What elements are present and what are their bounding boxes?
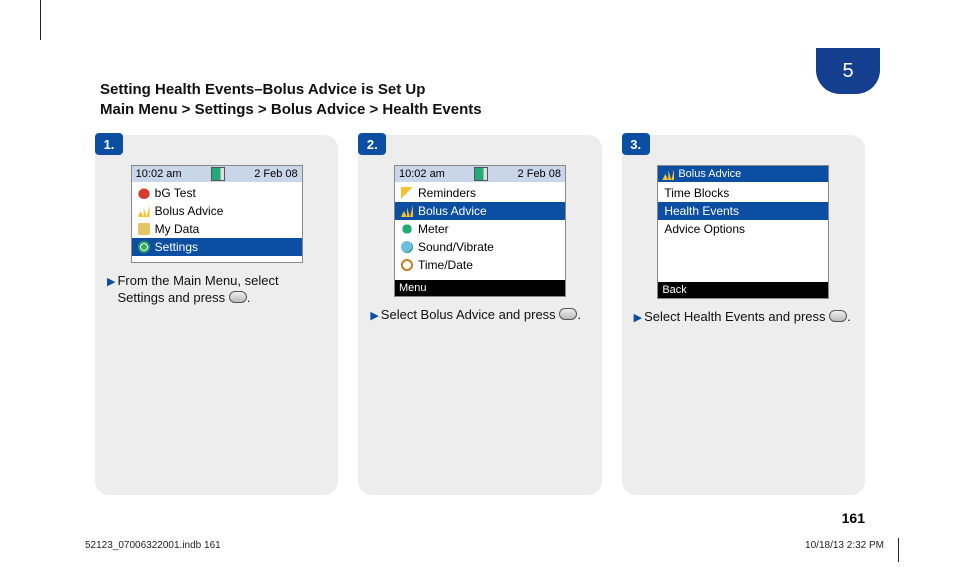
menu-item-bg-test[interactable]: bG Test <box>132 184 302 202</box>
flag-icon <box>401 187 413 199</box>
status-date: 2 Feb 08 <box>518 168 561 180</box>
menu-list: Time Blocks Health Events Advice Options <box>658 182 828 244</box>
page-title: Setting Health Events–Bolus Advice is Se… <box>100 80 785 121</box>
softkey-bar[interactable]: Back <box>658 282 828 298</box>
status-bar: 10:02 am 2 Feb 08 <box>395 166 565 182</box>
menu-item-label: Advice Options <box>664 222 745 236</box>
crop-mark <box>40 0 41 40</box>
manual-page: 5 Setting Health Events–Bolus Advice is … <box>85 0 885 540</box>
footer-file: 52123_07006322001.indb 161 <box>85 540 221 551</box>
menu-item-label: Reminders <box>418 186 476 200</box>
menu-item-label: Sound/Vibrate <box>418 240 494 254</box>
battery-icon <box>474 167 488 181</box>
chart-icon <box>662 168 674 180</box>
menu-item-label: Meter <box>418 222 449 236</box>
step-2: 2. 10:02 am 2 Feb 08 Reminders Bolus Adv… <box>358 135 601 495</box>
caption-core: Select Bolus Advice and press <box>381 307 556 322</box>
menu-item-my-data[interactable]: My Data <box>132 220 302 238</box>
step-caption: ▶ From the Main Menu, select Settings an… <box>107 273 326 307</box>
select-button-icon <box>229 291 247 303</box>
menu-item-bolus-advice[interactable]: Bolus Advice <box>132 202 302 220</box>
menu-item-time-date[interactable]: Time/Date <box>395 256 565 274</box>
menu-item-advice-options[interactable]: Advice Options <box>658 220 828 238</box>
step-caption: ▶ Select Health Events and press . <box>634 309 853 326</box>
title-breadcrumb: Main Menu > Settings > Bolus Advice > He… <box>100 100 785 120</box>
softkey-bar[interactable]: Menu <box>395 280 565 296</box>
screen-title: Bolus Advice <box>678 168 741 180</box>
menu-item-label: Settings <box>155 240 198 254</box>
select-button-icon <box>829 310 847 322</box>
menu-item-label: bG Test <box>155 186 196 200</box>
chapter-number: 5 <box>842 60 853 83</box>
chart-icon <box>401 205 413 217</box>
step-1: 1. 10:02 am 2 Feb 08 bG Test Bolus Advic… <box>95 135 338 495</box>
title-line-1: Setting Health Events–Bolus Advice is Se… <box>100 80 785 100</box>
menu-item-label: Time Blocks <box>664 186 729 200</box>
menu-item-label: Bolus Advice <box>155 204 224 218</box>
gear-icon <box>138 241 150 253</box>
folder-icon <box>138 223 150 235</box>
footer-datetime: 10/18/13 2:32 PM <box>805 540 884 551</box>
chevron-right-icon: ▶ <box>107 275 115 307</box>
chevron-right-icon: ▶ <box>634 311 642 326</box>
page-number: 161 <box>842 510 865 526</box>
battery-icon <box>211 167 225 181</box>
menu-list: bG Test Bolus Advice My Data Settings <box>132 182 302 262</box>
menu-item-reminders[interactable]: Reminders <box>395 184 565 202</box>
device-screen-3: Bolus Advice Time Blocks Health Events A… <box>657 165 829 299</box>
step-caption: ▶ Select Bolus Advice and press . <box>370 307 589 324</box>
device-screen-1: 10:02 am 2 Feb 08 bG Test Bolus Advice <box>131 165 303 263</box>
step-badge: 3. <box>622 133 650 155</box>
step-badge: 1. <box>95 133 123 155</box>
status-date: 2 Feb 08 <box>254 168 297 180</box>
menu-item-label: My Data <box>155 222 200 236</box>
chevron-right-icon: ▶ <box>370 309 378 324</box>
caption-text: From the Main Menu, select Settings and … <box>117 273 326 307</box>
crop-mark <box>898 538 899 562</box>
menu-item-label: Bolus Advice <box>418 204 487 218</box>
status-time: 10:02 am <box>399 168 445 180</box>
menu-item-settings[interactable]: Settings <box>132 238 302 256</box>
print-footer: 52123_07006322001.indb 161 10/18/13 2:32… <box>85 540 884 551</box>
device-screen-2: 10:02 am 2 Feb 08 Reminders Bolus Advice <box>394 165 566 297</box>
chapter-tab: 5 <box>816 48 880 94</box>
screen-title-bar: Bolus Advice <box>658 166 828 182</box>
drop-icon <box>138 187 150 199</box>
menu-item-meter[interactable]: Meter <box>395 220 565 238</box>
caption-text: Select Bolus Advice and press . <box>381 307 581 324</box>
meter-icon <box>401 223 413 235</box>
menu-item-time-blocks[interactable]: Time Blocks <box>658 184 828 202</box>
menu-item-health-events[interactable]: Health Events <box>658 202 828 220</box>
menu-list: Reminders Bolus Advice Meter Sound/Vibra… <box>395 182 565 280</box>
status-bar: 10:02 am 2 Feb 08 <box>132 166 302 182</box>
select-button-icon <box>559 308 577 320</box>
step-badge: 2. <box>358 133 386 155</box>
status-time: 10:02 am <box>136 168 182 180</box>
menu-item-sound-vibrate[interactable]: Sound/Vibrate <box>395 238 565 256</box>
menu-item-label: Time/Date <box>418 258 473 272</box>
globe-icon <box>401 241 413 253</box>
chart-icon <box>138 205 150 217</box>
caption-core: From the Main Menu, select Settings and … <box>117 273 278 305</box>
caption-core: Select Health Events and press <box>644 309 825 324</box>
menu-item-bolus-advice[interactable]: Bolus Advice <box>395 202 565 220</box>
steps-row: 1. 10:02 am 2 Feb 08 bG Test Bolus Advic… <box>95 135 865 495</box>
clock-icon <box>401 259 413 271</box>
menu-item-label: Health Events <box>664 204 739 218</box>
step-3: 3. Bolus Advice Time Blocks Health Event… <box>622 135 865 495</box>
caption-text: Select Health Events and press . <box>644 309 851 326</box>
